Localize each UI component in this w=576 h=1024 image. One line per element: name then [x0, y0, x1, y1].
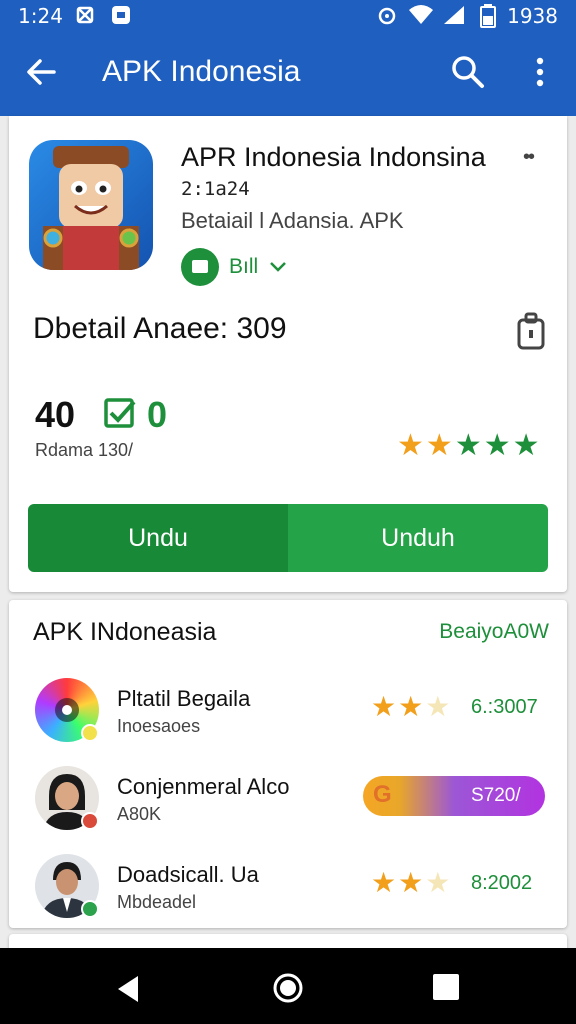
- app-version: 2:1a24: [181, 178, 250, 200]
- app-bar-title: APK Indonesia: [102, 55, 301, 88]
- related-apps-card: APK INdoneasia BeaiyoA0W Pltatil Begaila…: [9, 600, 567, 928]
- star-icon: ★: [425, 429, 453, 462]
- status-badge: [81, 724, 99, 742]
- check-box-icon: [103, 396, 137, 430]
- star-icon: ★: [371, 691, 397, 722]
- download-buttons: Undu Unduh: [28, 504, 548, 572]
- star-icon: ★: [512, 429, 540, 462]
- list-item-title: Pltatil Begaila: [117, 686, 251, 711]
- more-vert-icon[interactable]: [520, 52, 560, 92]
- game-character-icon[interactable]: [29, 140, 153, 270]
- stat-primary: 40: [35, 394, 76, 435]
- section-title: APK INdoneasia: [33, 618, 217, 646]
- app-name: APR Indonesia Indonsina: [181, 142, 486, 172]
- status-time: 1:24: [18, 4, 63, 28]
- alarm-icon: [376, 4, 398, 31]
- app-subtitle: Betaiail l Adansia. APK: [181, 208, 404, 233]
- list-item-stars: ★ ★ ★: [371, 692, 450, 722]
- stat-sub: Rdama 130/: [35, 440, 134, 460]
- battery-icon: [480, 4, 496, 33]
- star-icon: ★: [483, 429, 511, 462]
- nav-recents-icon[interactable]: [433, 974, 459, 1000]
- pill-letter: G: [373, 781, 392, 808]
- list-item-title: Doadsicall. Ua: [117, 862, 259, 887]
- star-icon: ★: [397, 429, 424, 462]
- chevron-down-icon: [270, 262, 287, 272]
- list-item-sub: Mbdeadel: [117, 892, 197, 912]
- list-item-value: S720/: [471, 785, 521, 806]
- list-item[interactable]: Pltatil Begaila Inoesaoes ★ ★ ★ 6.:3007: [9, 678, 567, 758]
- download-button-right[interactable]: Unduh: [288, 504, 548, 572]
- download-button-left[interactable]: Undu: [28, 504, 288, 572]
- status-bar: 1:24 1938: [0, 0, 576, 32]
- bug-icon: [74, 4, 96, 31]
- wifi-icon: [408, 4, 434, 31]
- nav-back-icon[interactable]: [114, 974, 144, 1004]
- notification-icon: [110, 4, 132, 31]
- list-item-stars: ★ ★ ★: [371, 868, 450, 898]
- nav-home-icon[interactable]: [272, 972, 304, 1004]
- status-clock: 1938: [507, 4, 558, 28]
- list-item[interactable]: Conjenmeral Alco A80K G S720/: [9, 766, 567, 846]
- star-icon: ★: [425, 691, 451, 722]
- list-item-sub: Inoesaoes: [117, 716, 201, 736]
- signal-icon: [442, 4, 466, 31]
- app-detail-card: APR Indonesia Indonsina 2:1a24 Betaiail …: [9, 116, 567, 592]
- star-icon: ★: [454, 429, 482, 462]
- status-badge: [81, 812, 99, 830]
- section-link[interactable]: BeaiyoA0W: [439, 620, 549, 644]
- list-item-value: 8:2002: [471, 872, 533, 894]
- back-arrow-icon[interactable]: [22, 52, 62, 92]
- star-icon: ★: [398, 867, 424, 898]
- list-item[interactable]: Doadsicall. Ua Mbdeadel ★ ★ ★ 8:2002: [9, 854, 567, 934]
- more-horiz-icon[interactable]: ••: [523, 146, 535, 169]
- promo-pill[interactable]: G S720/: [363, 776, 545, 816]
- stat-secondary: 0: [147, 394, 168, 435]
- status-badge: [81, 900, 99, 918]
- download-label: Bıll: [229, 255, 259, 278]
- list-item-sub: A80K: [117, 804, 162, 824]
- download-badge-icon: [181, 248, 219, 286]
- list-item-title: Conjenmeral Alco: [117, 774, 290, 799]
- lock-icon[interactable]: [515, 312, 547, 352]
- rating-stars: ★ ★ ★ ★ ★: [397, 430, 540, 462]
- top-bar: 1:24 1938 APK Indonesia: [0, 0, 576, 116]
- star-icon: ★: [398, 691, 424, 722]
- search-icon[interactable]: [448, 52, 488, 92]
- list-item-value: 6.:3007: [471, 696, 538, 718]
- star-icon: ★: [371, 867, 397, 898]
- detail-title: Dbetail Anaee: 309: [33, 312, 287, 345]
- navigation-bar: [0, 948, 576, 1024]
- star-icon: ★: [425, 867, 451, 898]
- download-chip[interactable]: Bıll: [181, 248, 288, 286]
